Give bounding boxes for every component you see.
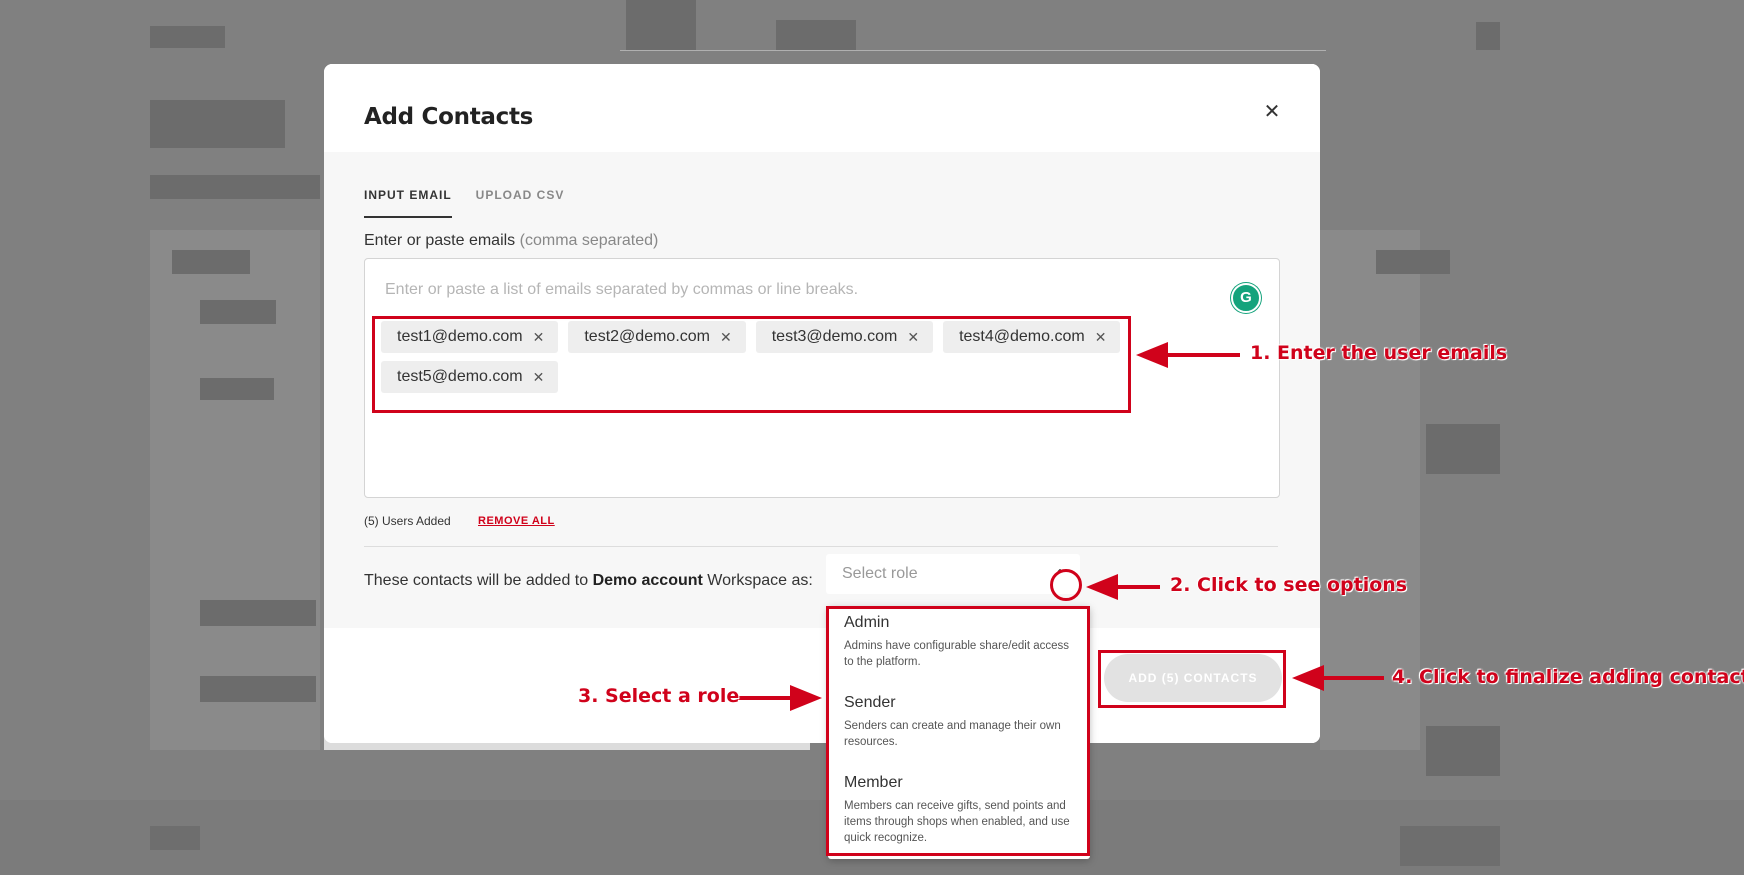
annotation-step-3: 3. Select a role bbox=[578, 685, 740, 707]
bg-block bbox=[150, 100, 285, 148]
remove-all-link[interactable]: REMOVE ALL bbox=[478, 515, 555, 527]
bg-block bbox=[1426, 424, 1500, 474]
modal-header: Add Contacts ✕ bbox=[324, 64, 1320, 152]
bg-block bbox=[200, 676, 316, 702]
bg-block bbox=[172, 250, 250, 274]
bg-block bbox=[200, 378, 274, 400]
bg-block bbox=[200, 300, 276, 324]
tab-input-email[interactable]: INPUT EMAIL bbox=[364, 188, 452, 218]
bg-block bbox=[200, 600, 316, 626]
workspace-text: These contacts will be added to Demo acc… bbox=[364, 572, 813, 590]
role-select[interactable]: Select role ⌃ bbox=[826, 554, 1080, 594]
tab-bar: INPUT EMAIL UPLOAD CSV bbox=[364, 188, 564, 218]
bg-block bbox=[150, 175, 320, 199]
email-label-text: Enter or paste emails bbox=[364, 232, 516, 249]
workspace-prefix: These contacts will be added to bbox=[364, 572, 589, 589]
bg-block bbox=[150, 26, 225, 48]
email-placeholder: Enter or paste a list of emails separate… bbox=[385, 281, 859, 298]
annotation-box-emails bbox=[372, 316, 1131, 413]
annotation-step-2: 2. Click to see options bbox=[1170, 574, 1408, 596]
email-label: Enter or paste emails (comma separated) bbox=[364, 232, 658, 250]
annotation-box-roles bbox=[826, 606, 1090, 856]
section-divider bbox=[364, 546, 1278, 547]
annotation-circle-chevron bbox=[1050, 569, 1082, 601]
annotation-box-add bbox=[1098, 650, 1286, 708]
bg-block bbox=[626, 0, 696, 50]
modal-title: Add Contacts bbox=[364, 104, 534, 130]
annotation-step-1: 1. Enter the user emails bbox=[1250, 342, 1508, 364]
bg-block bbox=[776, 20, 856, 50]
role-select-placeholder: Select role bbox=[842, 565, 918, 582]
tab-upload-csv[interactable]: UPLOAD CSV bbox=[476, 188, 565, 218]
close-icon[interactable]: ✕ bbox=[1260, 100, 1284, 124]
bg-divider bbox=[620, 50, 1326, 51]
email-label-hint: (comma separated) bbox=[519, 232, 659, 249]
bg-block bbox=[1376, 250, 1450, 274]
bg-block bbox=[1426, 726, 1500, 776]
workspace-name: Demo account bbox=[592, 572, 703, 589]
annotation-step-4: 4. Click to finalize adding contacts bbox=[1392, 666, 1744, 688]
grammarly-icon[interactable]: G bbox=[1231, 283, 1261, 313]
workspace-suffix: Workspace as: bbox=[707, 572, 813, 589]
users-added-count: (5) Users Added bbox=[364, 514, 451, 528]
bg-block bbox=[1476, 22, 1500, 50]
